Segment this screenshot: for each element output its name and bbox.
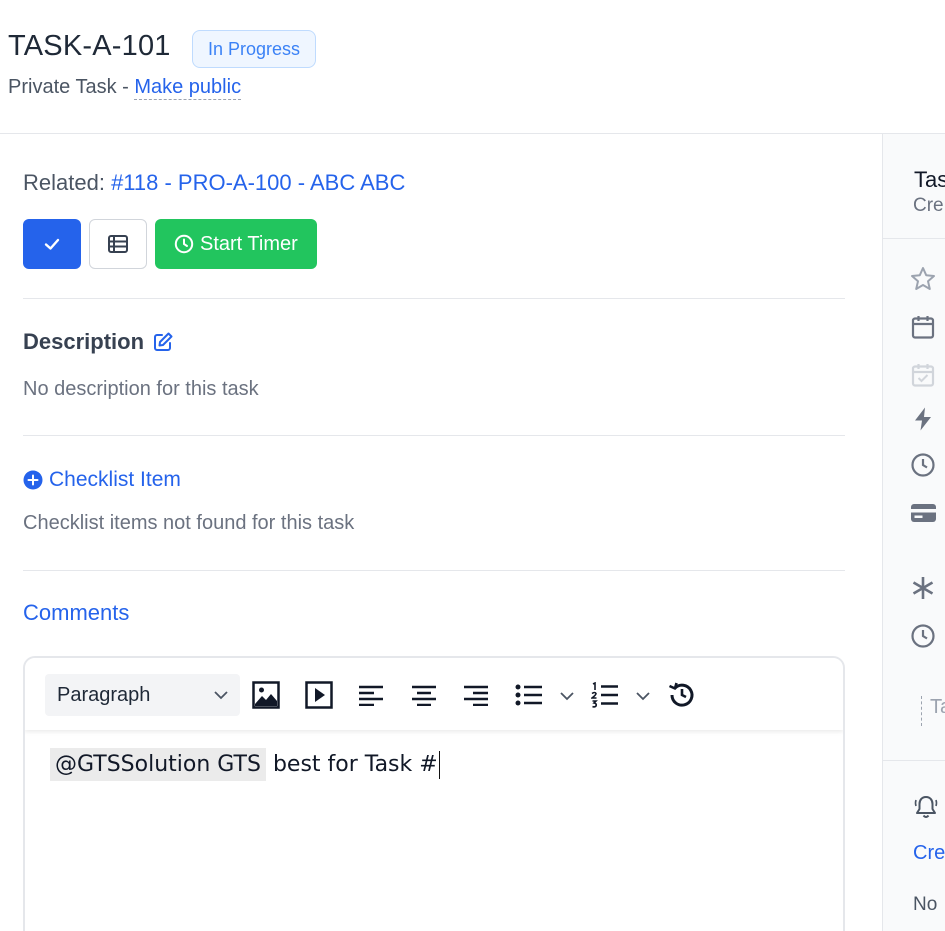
numbered-list-icon	[591, 682, 618, 708]
chevron-down-icon[interactable]	[634, 687, 652, 705]
bell-icon	[914, 796, 938, 818]
sidebar-divider	[883, 238, 945, 239]
bullet-list-button[interactable]	[514, 680, 544, 710]
task-main: Related: #118 - PRO-A-100 - ABC ABC Star…	[0, 134, 882, 931]
divider	[23, 435, 845, 436]
description-empty: No description for this task	[23, 378, 259, 400]
checklist-add-label: Checklist Item	[49, 468, 181, 491]
block-format-select[interactable]: Paragraph	[45, 674, 240, 716]
sidebar-title: Tas	[914, 167, 945, 192]
sidebar-create-link[interactable]: Cre	[913, 842, 945, 865]
clock-icon	[911, 453, 935, 477]
privacy-label: Private Task -	[8, 76, 135, 98]
insert-image-button[interactable]	[251, 680, 281, 710]
comments-title: Comments	[23, 600, 130, 625]
sidebar-divider	[883, 760, 945, 761]
asterisk-icon	[912, 577, 934, 599]
action-buttons: Start Timer	[23, 219, 317, 269]
align-right-button[interactable]	[461, 680, 491, 710]
checklist-empty: Checklist items not found for this task	[23, 512, 355, 534]
description-heading: Description	[23, 329, 174, 355]
task-title: TASK-A-101	[8, 30, 171, 62]
calendar-icon	[911, 316, 935, 339]
bullet-list-icon	[515, 684, 542, 706]
divider	[23, 298, 845, 299]
comment-body-text: best for Task #	[265, 752, 438, 777]
chevron-down-icon[interactable]	[558, 687, 576, 705]
clock-icon	[911, 624, 935, 648]
status-badge[interactable]: In Progress	[192, 30, 317, 68]
list-icon	[108, 235, 128, 253]
align-center-icon	[412, 685, 436, 706]
timesheets-button[interactable]	[89, 219, 147, 269]
sidebar-note: No	[913, 894, 938, 915]
mark-complete-button[interactable]	[23, 219, 81, 269]
star-icon[interactable]	[910, 266, 936, 292]
calendar-check-icon	[911, 364, 935, 387]
plus-circle-icon	[23, 470, 43, 490]
align-right-icon	[464, 685, 488, 706]
revision-history-button[interactable]	[667, 680, 697, 710]
text-caret	[438, 750, 441, 779]
task-header: TASK-A-101 In Progress Private Task - Ma…	[0, 0, 945, 134]
make-public-link[interactable]: Make public	[134, 76, 242, 100]
divider	[23, 570, 845, 571]
privacy-row: Private Task - Make public	[8, 76, 242, 100]
history-icon	[668, 682, 694, 707]
description-title: Description	[23, 329, 145, 354]
mention-chip[interactable]: @GTSSolution GTS	[50, 748, 266, 781]
add-checklist-item-button[interactable]: Checklist Item	[23, 468, 181, 492]
comment-text[interactable]: @GTSSolution GTS best for Task #	[50, 748, 441, 781]
align-left-icon	[359, 685, 383, 706]
align-left-button[interactable]	[356, 680, 386, 710]
media-icon	[305, 681, 333, 709]
task-sidebar: Tas Cre Ta Cre No	[882, 134, 945, 931]
clock-icon	[174, 234, 194, 254]
insert-media-button[interactable]	[304, 680, 334, 710]
numbered-list-button[interactable]	[590, 680, 620, 710]
editor-toolbar: Paragraph	[25, 658, 843, 730]
credit-card-icon	[911, 504, 936, 522]
sidebar-subtitle: Cre	[913, 195, 944, 216]
chevron-down-icon	[214, 691, 228, 700]
check-icon	[44, 238, 60, 250]
align-center-button[interactable]	[409, 680, 439, 710]
bolt-icon	[915, 407, 931, 431]
related-link[interactable]: #118 - PRO-A-100 - ABC ABC	[111, 170, 405, 195]
start-timer-button[interactable]: Start Timer	[155, 219, 317, 269]
sidebar-tags[interactable]: Ta	[921, 696, 945, 726]
image-icon	[252, 681, 280, 709]
start-timer-label: Start Timer	[200, 232, 298, 255]
edit-icon[interactable]	[152, 331, 174, 353]
related-row: Related: #118 - PRO-A-100 - ABC ABC	[23, 170, 405, 196]
comment-editor[interactable]: Paragraph @GTSSolution GTS best for Task…	[23, 656, 845, 931]
block-format-value: Paragraph	[57, 684, 151, 706]
related-label: Related:	[23, 170, 112, 195]
